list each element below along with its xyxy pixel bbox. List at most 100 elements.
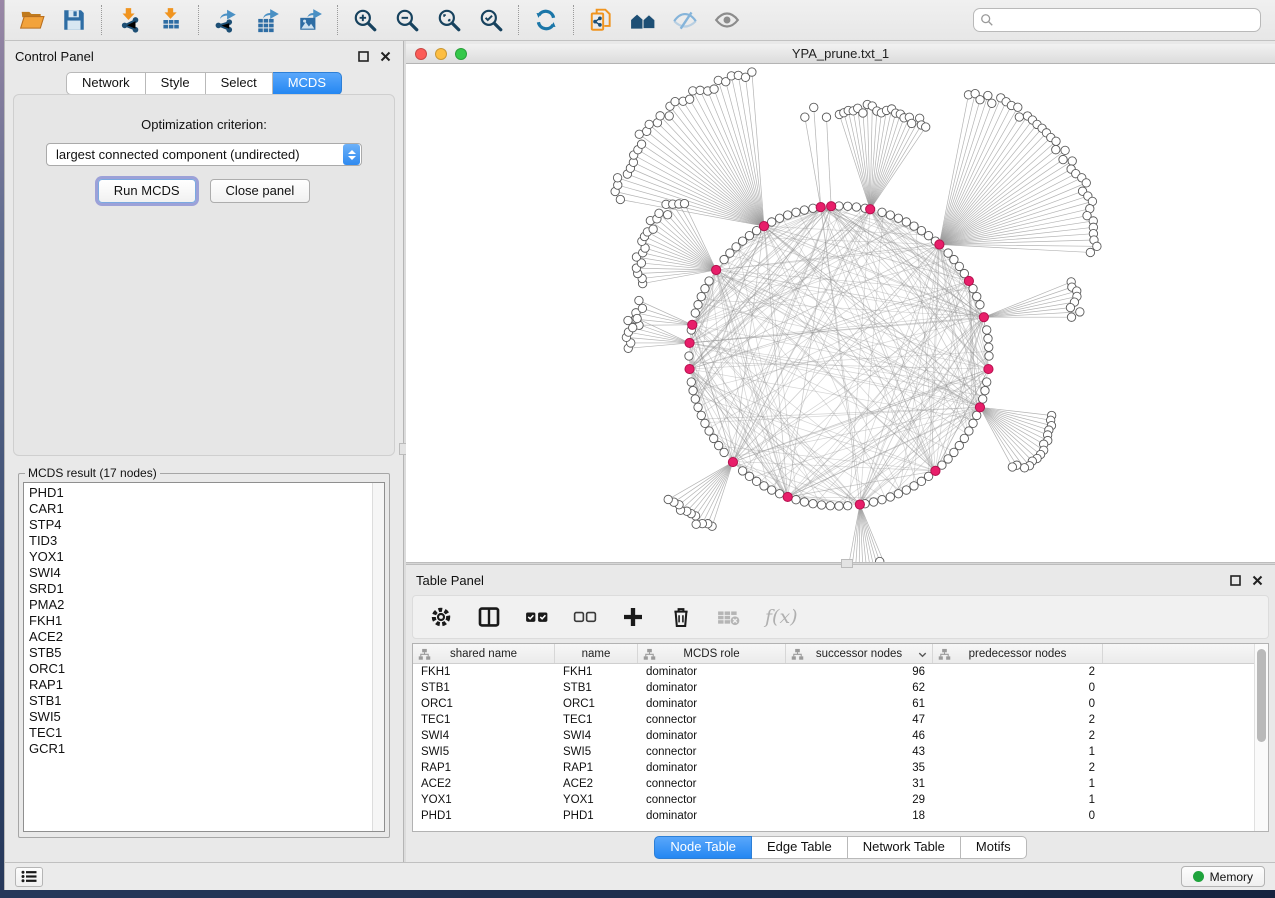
graph-node[interactable] xyxy=(921,123,929,131)
graph-node[interactable] xyxy=(973,292,981,300)
graph-node[interactable] xyxy=(775,490,783,498)
maximize-window-icon[interactable] xyxy=(455,48,467,60)
graph-hub-node[interactable] xyxy=(728,457,737,466)
refresh-layout-icon[interactable] xyxy=(531,5,561,35)
graph-hub-node[interactable] xyxy=(759,221,768,230)
graph-hub-node[interactable] xyxy=(975,403,984,412)
graph-node[interactable] xyxy=(910,222,918,230)
graph-node[interactable] xyxy=(687,378,695,386)
graph-node[interactable] xyxy=(988,99,996,107)
graph-hub-node[interactable] xyxy=(783,492,792,501)
mcds-node-item[interactable]: RAP1 xyxy=(29,677,370,693)
table-scrollbar[interactable] xyxy=(1254,644,1268,831)
graph-node[interactable] xyxy=(1067,313,1075,321)
graph-node[interactable] xyxy=(1061,146,1069,154)
duplicate-network-icon[interactable] xyxy=(586,5,616,35)
close-panel-icon[interactable] xyxy=(380,51,391,62)
graph-node[interactable] xyxy=(976,300,984,308)
graph-hub-node[interactable] xyxy=(685,364,694,373)
minimize-window-icon[interactable] xyxy=(435,48,447,60)
graph-node[interactable] xyxy=(983,378,991,386)
graph-hub-node[interactable] xyxy=(935,240,944,249)
graph-node[interactable] xyxy=(655,209,663,217)
graph-node[interactable] xyxy=(894,490,902,498)
graph-node[interactable] xyxy=(801,113,809,121)
export-table-icon[interactable] xyxy=(253,5,283,35)
graph-node[interactable] xyxy=(985,343,993,351)
open-session-icon[interactable] xyxy=(17,5,47,35)
graph-node[interactable] xyxy=(1014,103,1022,111)
graph-node[interactable] xyxy=(910,482,918,490)
zoom-selected-icon[interactable] xyxy=(476,5,506,35)
graph-node[interactable] xyxy=(635,296,643,304)
graph-node[interactable] xyxy=(965,427,973,435)
network-canvas[interactable] xyxy=(406,64,1275,562)
graph-node[interactable] xyxy=(984,334,992,342)
tab-mcds[interactable]: MCDS xyxy=(273,72,342,95)
graph-node[interactable] xyxy=(664,495,672,503)
tab-style[interactable]: Style xyxy=(146,72,206,95)
first-neighbors-icon[interactable] xyxy=(628,5,658,35)
graph-node[interactable] xyxy=(705,427,713,435)
tab-network-table[interactable]: Network Table xyxy=(848,836,961,859)
horizontal-splitter[interactable] xyxy=(406,562,1275,565)
table-row[interactable]: SWI4SWI4dominator462 xyxy=(413,728,1254,744)
graph-hub-node[interactable] xyxy=(827,202,836,211)
graph-node[interactable] xyxy=(680,199,688,207)
import-table-icon[interactable] xyxy=(156,5,186,35)
graph-node[interactable] xyxy=(748,68,756,76)
graph-node[interactable] xyxy=(1068,157,1076,165)
column-header-successor-nodes[interactable]: successor nodes xyxy=(786,644,933,663)
graph-node[interactable] xyxy=(685,95,693,103)
graph-node[interactable] xyxy=(800,206,808,214)
create-column-icon[interactable] xyxy=(621,605,645,629)
graph-node[interactable] xyxy=(691,395,699,403)
graph-node[interactable] xyxy=(714,441,722,449)
table-row[interactable]: RAP1RAP1dominator352 xyxy=(413,760,1254,776)
graph-node[interactable] xyxy=(1052,137,1060,145)
mcds-node-item[interactable]: YOX1 xyxy=(29,549,370,565)
float-panel-icon[interactable] xyxy=(1230,575,1241,586)
mcds-node-item[interactable]: CAR1 xyxy=(29,501,370,517)
graph-node[interactable] xyxy=(714,76,722,84)
graph-node[interactable] xyxy=(878,495,886,503)
zoom-out-icon[interactable] xyxy=(392,5,422,35)
select-all-columns-icon[interactable] xyxy=(525,605,549,629)
graph-hub-node[interactable] xyxy=(931,466,940,475)
graph-node[interactable] xyxy=(978,395,986,403)
task-history-button[interactable] xyxy=(15,867,43,887)
zoom-fit-icon[interactable] xyxy=(434,5,464,35)
graph-node[interactable] xyxy=(817,501,825,509)
graph-node[interactable] xyxy=(697,292,705,300)
graph-hub-node[interactable] xyxy=(685,338,694,347)
graph-node[interactable] xyxy=(694,403,702,411)
export-network-icon[interactable] xyxy=(211,5,241,35)
list-scrollbar[interactable] xyxy=(372,483,384,831)
mcds-node-item[interactable]: SWI5 xyxy=(29,709,370,725)
tab-motifs[interactable]: Motifs xyxy=(961,836,1027,859)
graph-node[interactable] xyxy=(826,502,834,510)
graph-hub-node[interactable] xyxy=(816,203,825,212)
table-settings-gear-icon[interactable] xyxy=(429,605,453,629)
mcds-node-item[interactable]: SWI4 xyxy=(29,565,370,581)
table-row[interactable]: YOX1YOX1connector291 xyxy=(413,792,1254,808)
graph-hub-node[interactable] xyxy=(688,320,697,329)
graph-node[interactable] xyxy=(649,225,657,233)
deselect-all-columns-icon[interactable] xyxy=(573,605,597,629)
search-field[interactable] xyxy=(973,8,1261,32)
graph-node[interactable] xyxy=(709,434,717,442)
graph-node[interactable] xyxy=(984,91,992,99)
graph-node[interactable] xyxy=(886,493,894,501)
graph-node[interactable] xyxy=(760,482,768,490)
memory-button[interactable]: Memory xyxy=(1181,866,1265,887)
graph-node[interactable] xyxy=(692,520,700,528)
mcds-node-item[interactable]: PHD1 xyxy=(29,485,370,501)
graph-node[interactable] xyxy=(613,174,621,182)
graph-node[interactable] xyxy=(835,502,843,510)
graph-node[interactable] xyxy=(1076,308,1084,316)
import-network-icon[interactable] xyxy=(114,5,144,35)
graph-node[interactable] xyxy=(844,502,852,510)
delete-column-icon[interactable] xyxy=(669,605,693,629)
graph-node[interactable] xyxy=(767,486,775,494)
mcds-node-item[interactable]: STB5 xyxy=(29,645,370,661)
